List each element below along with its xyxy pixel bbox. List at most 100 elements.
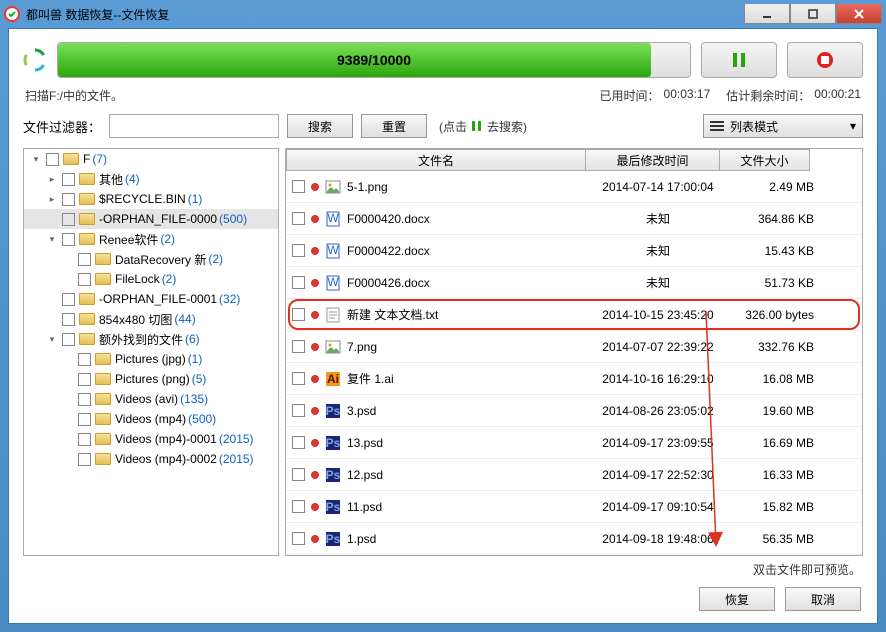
tree-item[interactable]: DataRecovery 新 (2) bbox=[24, 249, 278, 269]
checkbox[interactable] bbox=[292, 340, 305, 353]
checkbox[interactable] bbox=[62, 293, 75, 306]
tree-item[interactable]: Videos (mp4)-0001 (2015) bbox=[24, 429, 278, 449]
tree-item[interactable]: -ORPHAN_FILE-0001 (32) bbox=[24, 289, 278, 309]
col-size[interactable]: 文件大小 bbox=[720, 149, 810, 171]
checkbox[interactable] bbox=[78, 433, 91, 446]
col-date[interactable]: 最后修改时间 bbox=[586, 149, 720, 171]
col-name[interactable]: 文件名 bbox=[286, 149, 586, 171]
checkbox[interactable] bbox=[78, 373, 91, 386]
main-split: ▾F (7)▸其他 (4)▸$RECYCLE.BIN (1)-ORPHAN_FI… bbox=[9, 148, 877, 558]
tree-item-name: -ORPHAN_FILE-0000 bbox=[99, 212, 217, 226]
scanning-text: 扫描F:/中的文件。 bbox=[25, 87, 123, 104]
checkbox[interactable] bbox=[62, 193, 75, 206]
file-row[interactable]: Ps1.psd2014-09-18 19:48:0656.35 MB bbox=[286, 523, 862, 555]
file-size: 56.35 MB bbox=[730, 532, 826, 546]
checkbox[interactable] bbox=[292, 276, 305, 289]
recover-button[interactable]: 恢复 bbox=[699, 587, 775, 611]
file-date: 2014-09-18 19:48:06 bbox=[586, 532, 730, 546]
checkbox[interactable] bbox=[62, 333, 75, 346]
tree-item[interactable]: FileLock (2) bbox=[24, 269, 278, 289]
status-dot-icon bbox=[311, 439, 319, 447]
progress-text: 9389/10000 bbox=[58, 43, 690, 77]
checkbox[interactable] bbox=[292, 404, 305, 417]
folder-tree[interactable]: ▾F (7)▸其他 (4)▸$RECYCLE.BIN (1)-ORPHAN_FI… bbox=[23, 148, 279, 556]
checkbox[interactable] bbox=[78, 353, 91, 366]
tree-item[interactable]: ▾额外找到的文件 (6) bbox=[24, 329, 278, 349]
folder-icon bbox=[95, 353, 111, 365]
checkbox[interactable] bbox=[78, 253, 91, 266]
progress-toolbar: 9389/10000 bbox=[9, 29, 877, 85]
file-row[interactable]: 5-1.png2014-07-14 17:00:042.49 MB bbox=[286, 171, 862, 203]
checkbox[interactable] bbox=[46, 153, 59, 166]
checkbox[interactable] bbox=[292, 212, 305, 225]
file-row[interactable]: WF0000422.docx未知15.43 KB bbox=[286, 235, 862, 267]
tree-item[interactable]: Videos (avi) (135) bbox=[24, 389, 278, 409]
checkbox[interactable] bbox=[292, 532, 305, 545]
checkbox[interactable] bbox=[292, 500, 305, 513]
status-dot-icon bbox=[311, 279, 319, 287]
tree-item[interactable]: ▾F (7) bbox=[24, 149, 278, 169]
search-button[interactable]: 搜索 bbox=[287, 114, 353, 138]
tree-item-count: (6) bbox=[185, 332, 200, 346]
filter-input[interactable] bbox=[109, 114, 279, 138]
close-button[interactable] bbox=[836, 4, 882, 24]
reset-button[interactable]: 重置 bbox=[361, 114, 427, 138]
tree-item[interactable]: ▾Renee软件 (2) bbox=[24, 229, 278, 249]
checkbox[interactable] bbox=[292, 244, 305, 257]
file-list[interactable]: 5-1.png2014-07-14 17:00:042.49 MBWF00004… bbox=[286, 171, 862, 555]
tree-item[interactable]: -ORPHAN_FILE-0000 (500) bbox=[24, 209, 278, 229]
tree-item[interactable]: Pictures (jpg) (1) bbox=[24, 349, 278, 369]
file-row[interactable]: Ai复件 1.ai2014-10-16 16:29:1016.08 MB bbox=[286, 363, 862, 395]
checkbox[interactable] bbox=[62, 173, 75, 186]
stop-button[interactable] bbox=[787, 42, 863, 78]
tree-item[interactable]: Videos (mp4)-0002 (2015) bbox=[24, 449, 278, 469]
file-date: 2014-09-17 09:10:54 bbox=[586, 500, 730, 514]
file-row[interactable]: 新建 文本文档.txt2014-10-15 23:45:20326.00 byt… bbox=[286, 299, 862, 331]
view-mode-select[interactable]: 列表模式 ▾ bbox=[703, 114, 863, 138]
status-dot-icon bbox=[311, 215, 319, 223]
checkbox[interactable] bbox=[292, 308, 305, 321]
file-row[interactable]: Ps3.psd2014-08-26 23:05:0219.60 MB bbox=[286, 395, 862, 427]
tree-item-count: (500) bbox=[188, 412, 216, 426]
tree-item[interactable]: Videos (mp4) (500) bbox=[24, 409, 278, 429]
expand-icon[interactable]: ▾ bbox=[46, 334, 58, 345]
checkbox[interactable] bbox=[78, 393, 91, 406]
file-row[interactable]: Ps12.psd2014-09-17 22:52:3016.33 MB bbox=[286, 459, 862, 491]
checkbox[interactable] bbox=[78, 273, 91, 286]
file-type-icon: Ps bbox=[325, 435, 341, 451]
checkbox[interactable] bbox=[78, 453, 91, 466]
tree-item[interactable]: ▸$RECYCLE.BIN (1) bbox=[24, 189, 278, 209]
checkbox[interactable] bbox=[292, 436, 305, 449]
folder-icon bbox=[79, 233, 95, 245]
file-row[interactable]: WF0000420.docx未知364.86 KB bbox=[286, 203, 862, 235]
file-name: 12.psd bbox=[347, 468, 383, 482]
file-row[interactable]: WF0000426.docx未知51.73 KB bbox=[286, 267, 862, 299]
checkbox[interactable] bbox=[62, 213, 75, 226]
expand-icon[interactable]: ▸ bbox=[46, 174, 58, 185]
checkbox[interactable] bbox=[62, 233, 75, 246]
cancel-button[interactable]: 取消 bbox=[785, 587, 861, 611]
tree-item[interactable]: 854x480 切图 (44) bbox=[24, 309, 278, 329]
expand-icon[interactable]: ▾ bbox=[46, 234, 58, 245]
tree-item-name: Videos (mp4)-0002 bbox=[115, 452, 217, 466]
checkbox[interactable] bbox=[292, 180, 305, 193]
tree-item-count: (2015) bbox=[219, 452, 254, 466]
file-row[interactable]: Ps11.psd2014-09-17 09:10:5415.82 MB bbox=[286, 491, 862, 523]
file-row[interactable]: 7.png2014-07-07 22:39:22332.76 KB bbox=[286, 331, 862, 363]
checkbox[interactable] bbox=[292, 468, 305, 481]
status-dot-icon bbox=[311, 503, 319, 511]
expand-icon[interactable]: ▸ bbox=[46, 194, 58, 205]
minimize-button[interactable] bbox=[744, 4, 790, 24]
checkbox[interactable] bbox=[292, 372, 305, 385]
expand-icon[interactable]: ▾ bbox=[30, 154, 42, 165]
tree-item[interactable]: Pictures (png) (5) bbox=[24, 369, 278, 389]
checkbox[interactable] bbox=[62, 313, 75, 326]
tree-item[interactable]: ▸其他 (4) bbox=[24, 169, 278, 189]
pause-button[interactable] bbox=[701, 42, 777, 78]
file-row[interactable]: Ps13.psd2014-09-17 23:09:5516.69 MB bbox=[286, 427, 862, 459]
tree-item-name: Pictures (jpg) bbox=[115, 352, 186, 366]
maximize-button[interactable] bbox=[790, 4, 836, 24]
tree-item-name: $RECYCLE.BIN bbox=[99, 192, 186, 206]
tree-item-count: (500) bbox=[219, 212, 247, 226]
checkbox[interactable] bbox=[78, 413, 91, 426]
